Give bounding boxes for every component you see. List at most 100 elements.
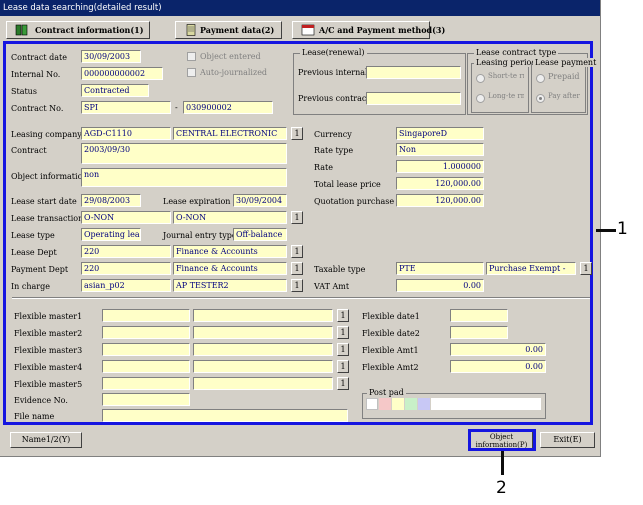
leasing-company-lookup-button[interactable]: 1 bbox=[291, 127, 303, 140]
tab-ac-payment-method[interactable]: A/C and Payment method(3) bbox=[292, 21, 445, 39]
post-pad-text-area[interactable] bbox=[431, 398, 541, 410]
lease-transaction-lookup-button[interactable]: 1 bbox=[291, 211, 303, 224]
rate-type-field[interactable]: Non bbox=[396, 143, 484, 156]
lease-transaction-code-field[interactable]: O-NON bbox=[81, 211, 171, 224]
in-charge-name-field[interactable]: AP TESTER2 bbox=[173, 279, 287, 292]
flexible-master3-label: Flexible master3 bbox=[14, 346, 83, 355]
taxable-type-lookup-button[interactable]: 1 bbox=[580, 262, 592, 275]
evidence-no-field[interactable] bbox=[102, 393, 190, 406]
post-pad-yellow-swatch[interactable] bbox=[392, 398, 404, 410]
lease-dept-lookup-button[interactable]: 1 bbox=[291, 245, 303, 258]
pay-after-radio[interactable] bbox=[536, 94, 545, 103]
lease-payment-caption: Lease payment bbox=[533, 58, 599, 67]
flexible-amt2-label: Flexible Amt2 bbox=[362, 363, 419, 372]
previous-internal-field[interactable] bbox=[366, 66, 461, 79]
lease-contract-type-group: Lease contract type Leasing period Short… bbox=[467, 48, 599, 115]
currency-field[interactable]: SingaporeD bbox=[396, 127, 484, 140]
object-information-field[interactable]: non bbox=[81, 168, 287, 187]
lease-expiration-field[interactable]: 30/09/2004 bbox=[233, 194, 287, 207]
leasing-company-name-field[interactable]: CENTRAL ELECTRONIC bbox=[173, 127, 287, 140]
flexible-master4-code-field[interactable] bbox=[102, 360, 190, 373]
object-entered-checkbox[interactable] bbox=[187, 52, 196, 61]
status-field[interactable]: Contracted bbox=[81, 84, 149, 97]
taxable-type-name-field[interactable]: Purchase Exempt - bbox=[486, 262, 576, 275]
flexible-date2-field[interactable] bbox=[450, 326, 508, 339]
object-information-label: Object information bbox=[11, 172, 88, 181]
flexible-master1-code-field[interactable] bbox=[102, 309, 190, 322]
contract-no-dash: - bbox=[175, 103, 178, 112]
flexible-master1-lookup-button[interactable]: 1 bbox=[337, 309, 349, 322]
flexible-master3-name-field[interactable] bbox=[193, 343, 333, 356]
exit-button[interactable]: Exit(E) bbox=[540, 432, 595, 448]
file-name-field[interactable] bbox=[102, 409, 348, 422]
lease-dept-label: Lease Dept bbox=[11, 248, 57, 257]
short-term-label: Short-te rm bbox=[488, 72, 524, 80]
flexible-amt2-field[interactable]: 0.00 bbox=[450, 360, 546, 373]
lease-start-date-field[interactable]: 29/08/2003 bbox=[81, 194, 141, 207]
flexible-date1-field[interactable] bbox=[450, 309, 508, 322]
contract-no-prefix-field[interactable]: SPI bbox=[81, 101, 171, 114]
total-lease-price-label: Total lease price bbox=[314, 180, 381, 189]
post-pad-blue-swatch[interactable] bbox=[418, 398, 430, 410]
lease-type-field[interactable]: Operating lease bbox=[81, 228, 141, 241]
internal-no-field[interactable]: 000000000002 bbox=[81, 67, 163, 80]
payment-dept-label: Payment Dept bbox=[11, 265, 69, 274]
rate-label: Rate bbox=[314, 163, 333, 172]
post-pad-green-swatch[interactable] bbox=[405, 398, 417, 410]
lease-transaction-label: Lease transaction bbox=[11, 214, 84, 223]
leasing-company-label: Leasing company bbox=[11, 130, 82, 139]
in-charge-lookup-button[interactable]: 1 bbox=[291, 279, 303, 292]
lease-dept-name-field[interactable]: Finance & Accounts bbox=[173, 245, 287, 258]
lease-dept-code-field[interactable]: 220 bbox=[81, 245, 171, 258]
leasing-company-code-field[interactable]: AGD-C1110 bbox=[81, 127, 171, 140]
flexible-master5-code-field[interactable] bbox=[102, 377, 190, 390]
prepaid-radio[interactable] bbox=[536, 74, 545, 83]
flexible-amt1-label: Flexible Amt1 bbox=[362, 346, 419, 355]
payment-dept-name-field[interactable]: Finance & Accounts bbox=[173, 262, 287, 275]
post-pad-white-swatch[interactable] bbox=[366, 398, 378, 410]
in-charge-code-field[interactable]: asian_p02 bbox=[81, 279, 171, 292]
taxable-type-label: Taxable type bbox=[314, 265, 366, 274]
payment-dept-lookup-button[interactable]: 1 bbox=[291, 262, 303, 275]
post-pad-pink-swatch[interactable] bbox=[379, 398, 391, 410]
vat-amt-field[interactable]: 0.00 bbox=[396, 279, 484, 292]
flexible-master1-name-field[interactable] bbox=[193, 309, 333, 322]
calendar-icon bbox=[301, 24, 315, 36]
flexible-master2-lookup-button[interactable]: 1 bbox=[337, 326, 349, 339]
tab-payment-data[interactable]: Payment data(2) bbox=[175, 21, 282, 39]
flexible-master5-label: Flexible master5 bbox=[14, 380, 83, 389]
flexible-master5-name-field[interactable] bbox=[193, 377, 333, 390]
total-lease-price-field[interactable]: 120,000.00 bbox=[396, 177, 484, 190]
rate-field[interactable]: 1.000000 bbox=[396, 160, 484, 173]
previous-contract-field[interactable] bbox=[366, 92, 461, 105]
rate-type-label: Rate type bbox=[314, 146, 354, 155]
payment-dept-code-field[interactable]: 220 bbox=[81, 262, 171, 275]
flexible-amt1-field[interactable]: 0.00 bbox=[450, 343, 546, 356]
auto-journalized-checkbox[interactable] bbox=[187, 68, 196, 77]
journal-entry-type-label: Journal entry type bbox=[163, 231, 237, 240]
flexible-master3-lookup-button[interactable]: 1 bbox=[337, 343, 349, 356]
flexible-master5-lookup-button[interactable]: 1 bbox=[337, 377, 349, 390]
taxable-type-code-field[interactable]: PTE bbox=[396, 262, 484, 275]
lease-transaction-name-field[interactable]: O-NON bbox=[173, 211, 287, 224]
pay-after-label: Pay after bbox=[548, 92, 580, 100]
contract-information-panel: Contract date 30/09/2003 Object entered … bbox=[3, 41, 599, 425]
flexible-master4-lookup-button[interactable]: 1 bbox=[337, 360, 349, 373]
lease-contract-type-caption: Lease contract type bbox=[474, 48, 559, 57]
notepad-icon bbox=[186, 24, 196, 36]
flexible-master2-name-field[interactable] bbox=[193, 326, 333, 339]
flexible-master2-code-field[interactable] bbox=[102, 326, 190, 339]
journal-entry-type-field[interactable]: Off-balance bbox=[233, 228, 287, 241]
leasing-period-caption: Leasing period bbox=[474, 58, 539, 67]
tab-contract-information[interactable]: Contract information(1) bbox=[6, 21, 150, 39]
contract-date-field[interactable]: 30/09/2003 bbox=[81, 50, 141, 63]
quotation-purchase-field[interactable]: 120,000.00 bbox=[396, 194, 484, 207]
contract-field[interactable]: 2003/09/30 bbox=[81, 143, 287, 164]
flexible-master3-code-field[interactable] bbox=[102, 343, 190, 356]
short-term-radio[interactable] bbox=[476, 74, 485, 83]
long-term-radio[interactable] bbox=[476, 94, 485, 103]
contract-no-number-field[interactable]: 030900002 bbox=[183, 101, 273, 114]
flexible-master4-name-field[interactable] bbox=[193, 360, 333, 373]
status-label: Status bbox=[11, 87, 37, 96]
name-toggle-button[interactable]: Name1/2(Y) bbox=[10, 432, 82, 448]
